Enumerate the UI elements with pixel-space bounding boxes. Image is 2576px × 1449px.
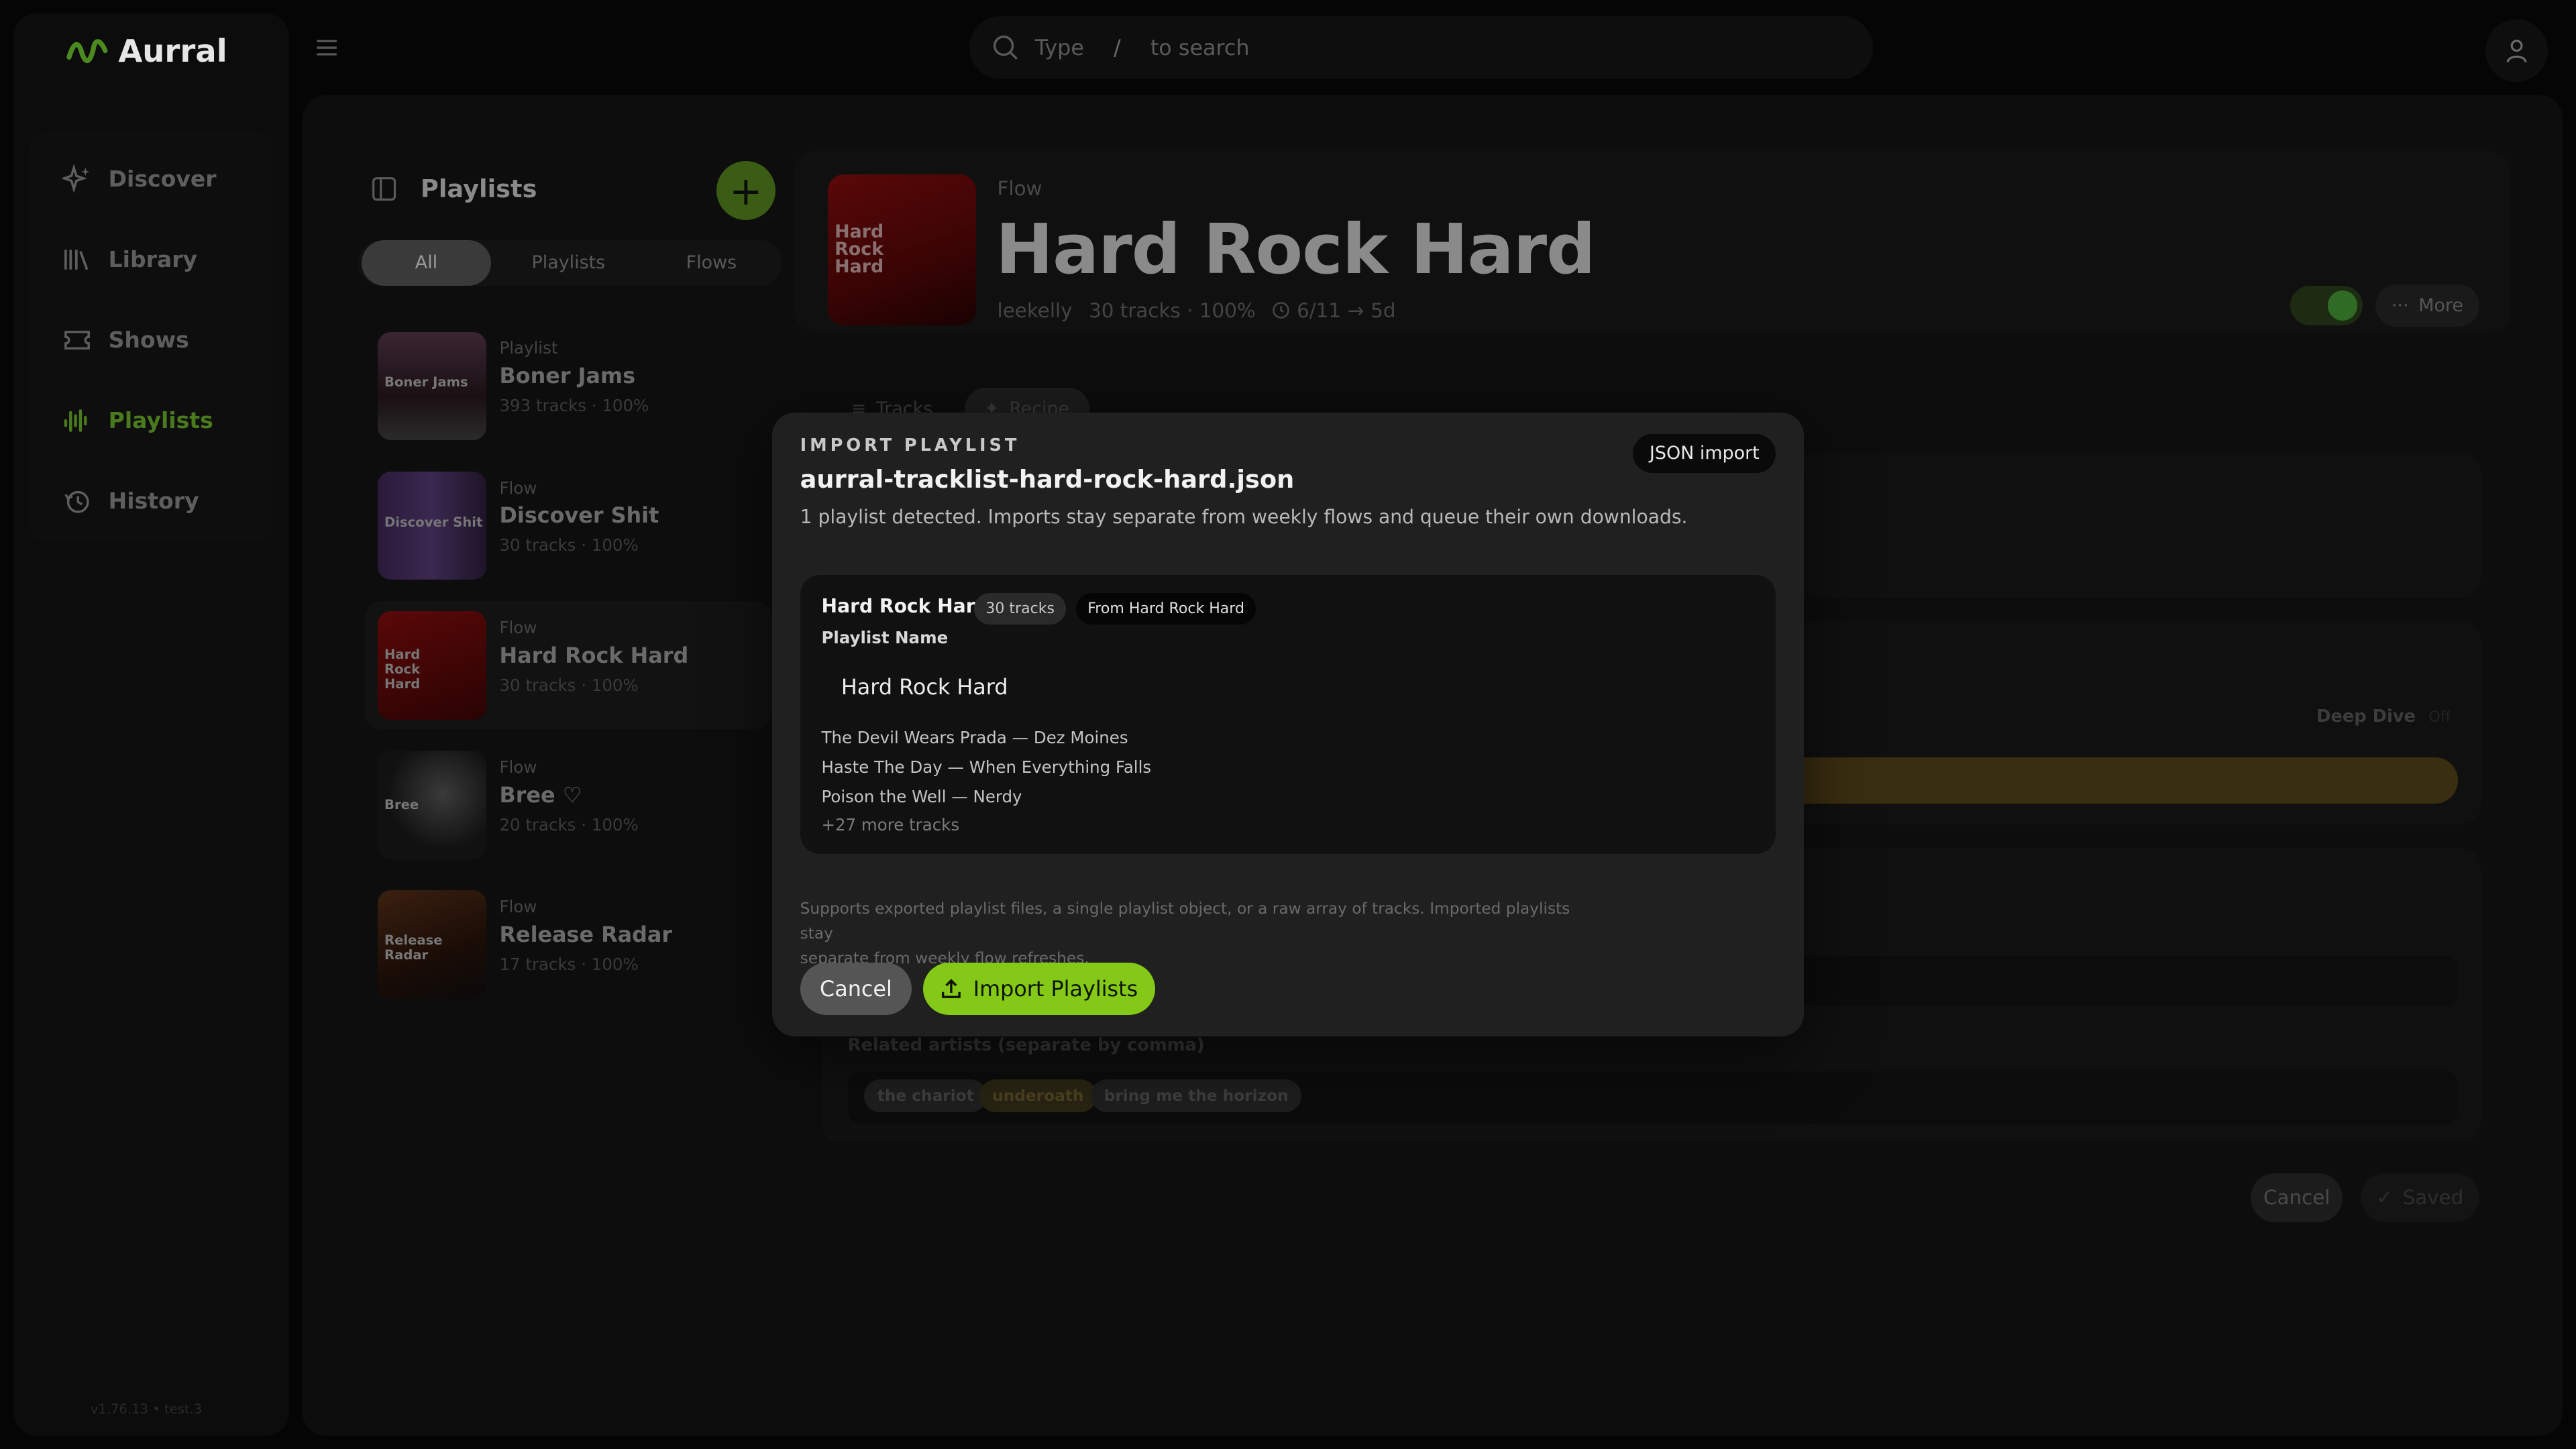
playlist-item[interactable]: Discover Shit Flow Discover Shit 30 trac… <box>365 462 772 590</box>
playlist-item[interactable]: Hard Rock Hard Flow Hard Rock Hard 30 tr… <box>364 601 773 730</box>
playlist-type: Flow <box>499 897 537 917</box>
playlist-item[interactable]: Boner Jams Playlist Boner Jams 393 track… <box>365 322 772 450</box>
playlist-name: Release Radar <box>499 921 673 947</box>
playlist-name-label: Playlist Name <box>821 627 949 647</box>
check-icon: ✓ <box>2376 1186 2393 1210</box>
sidebar-item-label: Shows <box>108 327 189 354</box>
sidebar-item-label: History <box>108 488 199 515</box>
modal-eyebrow: IMPORT PLAYLIST <box>800 435 1020 455</box>
artist-chip[interactable]: the chariot <box>864 1079 987 1112</box>
track-count-badge: 30 tracks <box>974 593 1067 625</box>
search-prefix: Type <box>1034 35 1084 60</box>
track-preview: The Devil Wears Prada — Dez Moines <box>821 727 1128 747</box>
artist-chip[interactable]: underoath <box>979 1079 1097 1112</box>
playlist-cover: Release Radar <box>378 890 486 999</box>
deep-dive-toggle[interactable]: Deep Dive Off <box>2316 706 2451 727</box>
playlist-name: Hard Rock Hard <box>499 642 689 668</box>
search-shortcut-key: / <box>1114 35 1121 60</box>
playlist-name: Discover Shit <box>499 502 659 529</box>
mix-slider[interactable] <box>1801 757 2458 804</box>
app-name: Aurral <box>118 32 227 69</box>
plus-icon: + <box>729 167 763 214</box>
sidebar-item-library[interactable]: Library <box>62 245 197 274</box>
history-icon <box>64 490 89 513</box>
more-tracks-label: +27 more tracks <box>821 814 960 835</box>
source-badge: From Hard Rock Hard <box>1076 593 1256 625</box>
flow-enabled-toggle[interactable] <box>2290 286 2363 325</box>
logo-icon <box>66 39 108 64</box>
playlist-type: Flow <box>499 617 537 637</box>
app-logo[interactable]: Aurral <box>66 33 227 69</box>
filter-all[interactable]: All <box>361 239 492 286</box>
playlist-type: Playlist <box>499 338 558 358</box>
waveform-icon <box>64 409 87 432</box>
search-bar[interactable]: Type / to search <box>969 16 1873 79</box>
ticket-icon <box>64 330 90 350</box>
detail-type: Flow <box>997 177 1042 201</box>
playlist-meta: 30 tracks · 100% <box>499 675 639 695</box>
playlist-name-input[interactable] <box>821 660 1755 713</box>
artist-chip[interactable]: bring me the horizon <box>1091 1079 1302 1112</box>
sidebar-item-label: Library <box>108 246 198 273</box>
sidebar-toggle-icon[interactable] <box>371 176 397 202</box>
recipe-cancel-button[interactable]: Cancel <box>2251 1173 2343 1223</box>
playlist-cover: Hard Rock Hard <box>378 611 486 720</box>
track-preview: Poison the Well — Nerdy <box>821 787 1022 807</box>
filter-flows[interactable]: Flows <box>645 240 777 286</box>
version-label: v1.76.13 • test.3 <box>90 1401 203 1417</box>
user-button[interactable] <box>2485 19 2548 83</box>
playlists-header: Playlists <box>371 174 537 203</box>
import-playlist-name: Hard Rock Hard <box>821 594 989 617</box>
sidebar-item-label: Playlists <box>108 407 213 434</box>
related-artists-label: Related artists (separate by comma) <box>847 1034 1205 1055</box>
track-preview: Haste The Day — When Everything Falls <box>821 757 1152 777</box>
sparkle-icon <box>62 164 90 193</box>
more-button[interactable]: ··· More <box>2375 284 2479 327</box>
playlist-cover: Discover Shit <box>378 471 486 580</box>
user-icon <box>2506 40 2527 63</box>
detail-cover: Hard Rock Hard <box>828 174 976 325</box>
playlist-meta: 17 tracks · 100% <box>499 954 639 974</box>
detail-tracks: 30 tracks · 100% <box>1089 299 1256 322</box>
sidebar-item-history[interactable]: History <box>62 486 199 516</box>
playlist-item[interactable]: Release Radar Flow Release Radar 17 trac… <box>365 881 772 1009</box>
import-playlists-button[interactable]: Import Playlists <box>923 963 1155 1016</box>
playlist-cover: Bree <box>378 751 486 859</box>
add-playlist-button[interactable]: + <box>716 161 775 221</box>
arrow-right-icon: → <box>1347 299 1364 322</box>
playlist-name: Boner Jams <box>499 363 636 389</box>
sidebar-item-label: Discover <box>108 166 217 193</box>
playlist-name: Bree ♡ <box>499 782 582 808</box>
modal-description: 1 playlist detected. Imports stay separa… <box>800 506 1688 529</box>
modal-cancel-button[interactable]: Cancel <box>800 963 912 1016</box>
playlist-meta: 20 tracks · 100% <box>499 814 639 835</box>
detail-title: Hard Rock Hard <box>996 210 1596 290</box>
upload-icon <box>941 979 961 999</box>
playlist-meta: 30 tracks · 100% <box>499 535 639 555</box>
playlist-cover: Boner Jams <box>378 331 486 441</box>
detail-meta: leekelly 30 tracks · 100% 6/11 → 5d <box>998 299 1396 322</box>
library-icon <box>64 250 89 270</box>
search-suffix: to search <box>1150 35 1250 60</box>
import-playlist-card <box>800 575 1776 855</box>
ellipsis-icon: ··· <box>2391 295 2409 316</box>
json-import-badge: JSON import <box>1633 433 1776 474</box>
playlist-type: Flow <box>499 757 537 777</box>
sidebar-item-shows[interactable]: Shows <box>62 325 189 355</box>
filter-playlists[interactable]: Playlists <box>502 240 634 286</box>
playlist-meta: 393 tracks · 100% <box>499 396 649 416</box>
detail-owner: leekelly <box>997 299 1073 322</box>
menu-icon[interactable] <box>315 36 338 59</box>
search-icon <box>994 36 1018 60</box>
playlist-item[interactable]: Bree Flow Bree ♡ 20 tracks · 100% <box>365 741 772 869</box>
recipe-saved-button[interactable]: ✓ Saved <box>2361 1173 2479 1223</box>
clock-icon <box>1273 302 1290 319</box>
detail-schedule: 6/11 → 5d <box>1272 299 1396 322</box>
import-help-text: Supports exported playlist files, a sing… <box>800 900 1570 967</box>
sidebar-item-playlists[interactable]: Playlists <box>62 406 213 435</box>
playlist-type: Flow <box>499 478 537 498</box>
playlists-title: Playlists <box>420 174 537 203</box>
sidebar-item-discover[interactable]: Discover <box>62 164 217 194</box>
modal-filename: aurral-tracklist-hard-rock-hard.json <box>800 465 1295 494</box>
